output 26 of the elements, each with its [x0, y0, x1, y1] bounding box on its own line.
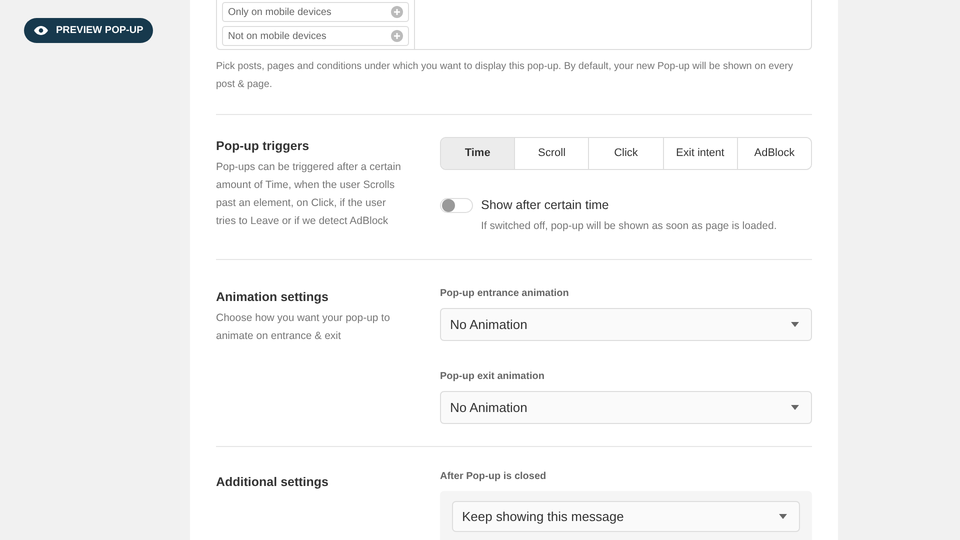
field-label: After Pop-up is closed — [440, 470, 548, 484]
preview-popup-button[interactable]: PREVIEW POP-UP — [24, 18, 154, 43]
plus-icon — [391, 30, 403, 42]
plus-icon — [391, 6, 403, 18]
caret-icon — [791, 404, 799, 410]
dropdown[interactable]: Keep showing this message — [452, 500, 800, 532]
condition-item[interactable]: Not on mobile devices — [222, 26, 409, 46]
toggle-label: Show after certain time — [481, 198, 610, 213]
field-label: Pop-up exit animation — [440, 370, 546, 384]
section-title: Additional settings — [216, 474, 330, 491]
dropdown[interactable]: No Animation — [440, 308, 812, 341]
section-description: Choose how you want your pop-up to animate on entrance & exit — [216, 310, 391, 344]
trigger-tab[interactable]: AdBlock — [736, 138, 811, 169]
condition-item[interactable]: Only on mobile devices — [222, 2, 409, 22]
dropdown[interactable]: No Animation — [440, 390, 812, 424]
section-title: Pop-up triggers — [216, 138, 310, 155]
caret-icon — [779, 514, 787, 519]
toggle-switch[interactable] — [440, 198, 473, 213]
eye-icon — [34, 26, 48, 35]
caret-icon — [791, 322, 799, 327]
toggle-hint: If switched off, pop-up will be shown as soon as page is loaded. — [481, 219, 777, 234]
field-label: Pop-up entrance animation — [440, 286, 570, 301]
description: Pick posts, pages and conditions under which you want to display this pop-up. By default, your new Pop-up will be shown on every post & page. — [216, 60, 794, 92]
section-title: Animation settings — [216, 288, 330, 306]
trigger-tab[interactable]: Time — [441, 138, 514, 169]
section-description: Pop-ups can be triggered after a certain amount of Time, when the user Scrolls past an element, on Click, if the user tries to Leave or if we detect AdBlock — [216, 160, 402, 229]
